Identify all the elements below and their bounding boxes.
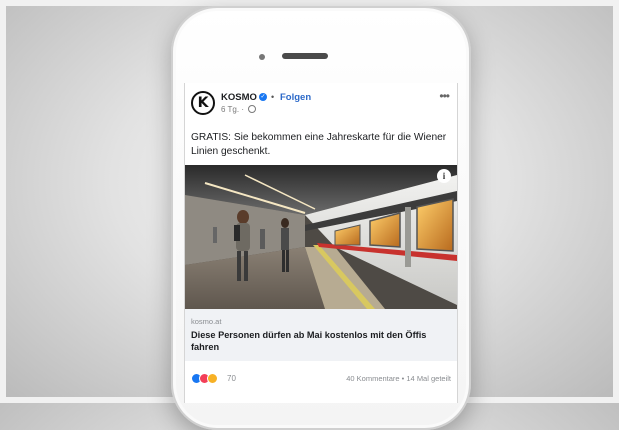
post-time[interactable]: 6 Tg. (221, 105, 239, 114)
front-camera (259, 54, 265, 60)
haha-icon (207, 373, 218, 384)
link-title[interactable]: Diese Personen dürfen ab Mai kostenlos m… (191, 329, 431, 353)
verified-icon: ✓ (259, 93, 267, 101)
globe-icon (248, 105, 257, 113)
earpiece-speaker (282, 53, 328, 59)
link-preview[interactable]: kosmo.at Diese Personen dürfen ab Mai ko… (185, 309, 457, 361)
more-options-icon[interactable]: ••• (439, 89, 450, 103)
post-header: K KOSMO ✓ • Folgen 6 Tg. · ••• (191, 89, 451, 121)
avatar-letter: K (197, 95, 209, 111)
reaction-count: 70 (227, 374, 236, 383)
info-icon[interactable]: i (437, 169, 451, 183)
follow-button[interactable]: Folgen (280, 92, 311, 103)
phone-screen: K KOSMO ✓ • Folgen 6 Tg. · ••• GRATIS: S… (184, 83, 458, 403)
post-image[interactable]: i (185, 165, 457, 309)
separator: • (271, 92, 275, 102)
engagement-bar: 70 40 Kommentare • 14 Mal geteilt (185, 361, 457, 403)
subway-platform-illustration (185, 165, 457, 309)
post-meta: 6 Tg. · (221, 105, 257, 114)
comments-shares[interactable]: 40 Kommentare • 14 Mal geteilt (346, 374, 451, 383)
page-name[interactable]: KOSMO (221, 92, 257, 103)
post-text: GRATIS: Sie bekommen eine Jahreskarte fü… (191, 132, 447, 157)
link-domain: kosmo.at (191, 317, 222, 326)
avatar[interactable]: K (191, 91, 215, 115)
time-separator: · (241, 105, 244, 114)
